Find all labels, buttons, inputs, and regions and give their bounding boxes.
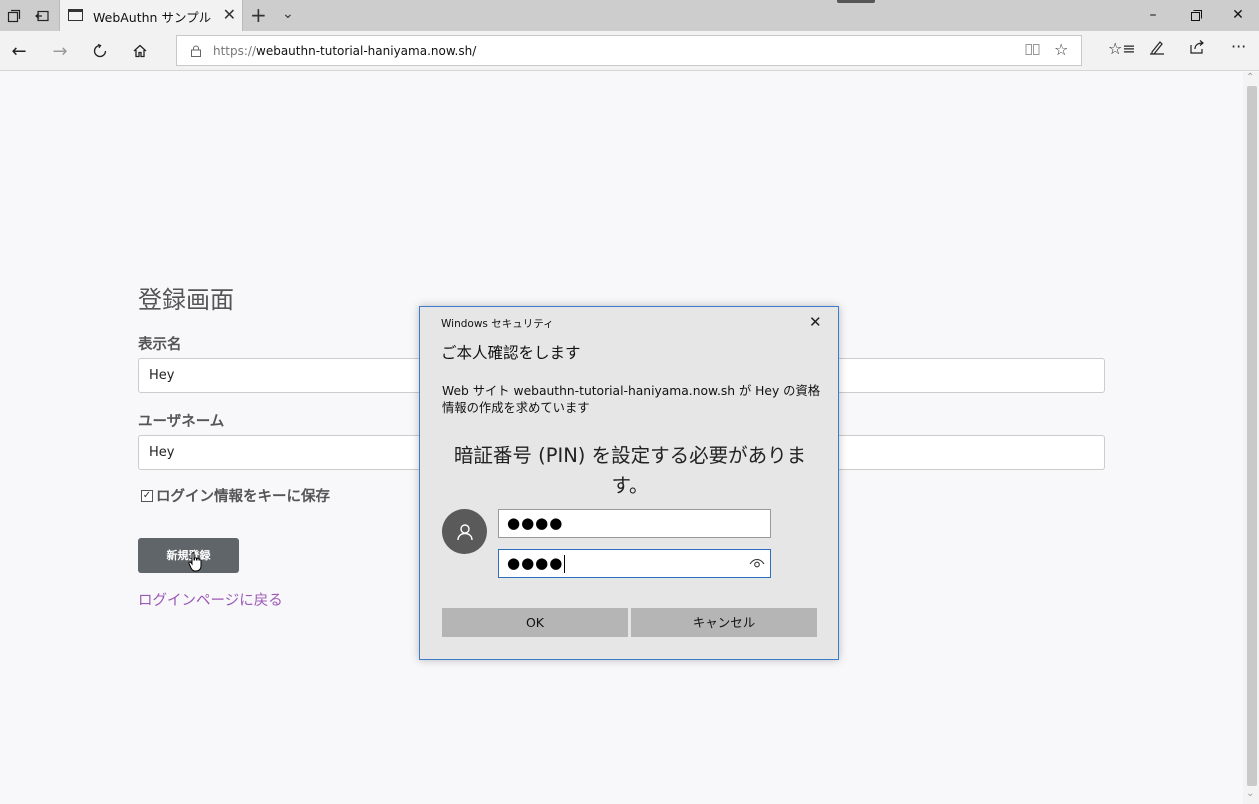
dialog-description: Web サイト webauthn-tutorial-haniyama.now.s… xyxy=(442,384,821,415)
hand-cursor-icon xyxy=(188,552,202,572)
home-icon[interactable] xyxy=(128,39,152,63)
confirm-pin-input[interactable]: ●●●● xyxy=(498,549,771,578)
save-login-checkbox[interactable]: ✓ xyxy=(141,489,153,502)
user-avatar-icon xyxy=(442,509,487,554)
restore-icon[interactable] xyxy=(1181,4,1211,26)
new-pin-value: ●●●● xyxy=(507,514,564,532)
windows-security-dialog: Windows セキュリティ ✕ ご本人確認をします Web サイト webau… xyxy=(419,306,839,660)
new-pin-input[interactable]: ●●●● xyxy=(498,509,771,538)
display-name-label: 表示名 xyxy=(138,337,182,353)
save-login-checkbox-label: ログイン情報をキーに保存 xyxy=(156,489,330,505)
set-aside-tabs-icon[interactable] xyxy=(32,6,52,26)
cancel-button[interactable]: キャンセル xyxy=(631,608,817,637)
page-scrollbar[interactable]: ⌃ ⌄ xyxy=(1243,72,1259,804)
tab-title: WebAuthn サンプル xyxy=(93,10,212,25)
tab-actions-icon[interactable] xyxy=(4,6,24,26)
save-login-checkbox-row[interactable]: ✓ ログイン情報をキーに保存 xyxy=(141,485,330,506)
username-label: ユーザネーム xyxy=(138,414,225,430)
dialog-title: ご本人確認をします xyxy=(441,344,581,362)
close-tab-icon[interactable]: ✕ xyxy=(223,5,236,24)
tab-webauthn[interactable]: WebAuthn サンプル ✕ xyxy=(59,0,243,31)
address-bar[interactable]: https://webauthn-tutorial-haniyama.now.s… xyxy=(176,35,1082,66)
drag-handle[interactable] xyxy=(837,0,875,3)
web-note-icon[interactable] xyxy=(1149,39,1165,59)
favorite-star-icon[interactable]: ☆ xyxy=(1054,40,1068,59)
close-window-icon[interactable]: ✕ xyxy=(1223,4,1253,26)
dialog-app-name: Windows セキュリティ xyxy=(441,318,554,330)
dialog-close-icon[interactable]: ✕ xyxy=(809,313,822,331)
page-title: 登録画面 xyxy=(138,286,234,314)
confirm-pin-value: ●●●● xyxy=(507,554,564,572)
reveal-password-eye-icon[interactable] xyxy=(749,556,765,570)
refresh-icon[interactable] xyxy=(88,39,112,63)
share-icon[interactable] xyxy=(1189,39,1205,59)
back-to-login-link[interactable]: ログインページに戻る xyxy=(138,589,283,610)
scroll-down-icon[interactable]: ⌄ xyxy=(1246,788,1254,799)
text-caret xyxy=(564,554,566,573)
minimize-icon[interactable]: – xyxy=(1138,4,1168,26)
back-arrow-icon[interactable]: ← xyxy=(7,39,31,63)
pin-required-message: 暗証番号 (PIN) を設定する必要があります。 xyxy=(453,444,807,497)
browser-titlebar: WebAuthn サンプル ✕ + ⌄ – ✕ xyxy=(0,0,1259,31)
scroll-up-icon[interactable]: ⌃ xyxy=(1246,72,1254,83)
lock-icon xyxy=(191,45,201,57)
page-icon xyxy=(68,9,83,21)
tab-preview-chevron-icon[interactable]: ⌄ xyxy=(282,6,294,22)
browser-navbar: ← → https://webauthn-tutorial-haniyama.n… xyxy=(0,31,1259,71)
favorites-hub-icon[interactable]: ☆≡ xyxy=(1108,39,1136,58)
more-options-icon[interactable]: ··· xyxy=(1231,37,1246,56)
reading-view-icon[interactable] xyxy=(1025,41,1040,60)
url-text[interactable]: https://webauthn-tutorial-haniyama.now.s… xyxy=(213,44,476,58)
scroll-thumb[interactable] xyxy=(1247,86,1257,786)
forward-arrow-icon[interactable]: → xyxy=(48,39,72,63)
ok-button[interactable]: OK xyxy=(442,608,628,637)
new-tab-icon[interactable]: + xyxy=(250,3,267,27)
